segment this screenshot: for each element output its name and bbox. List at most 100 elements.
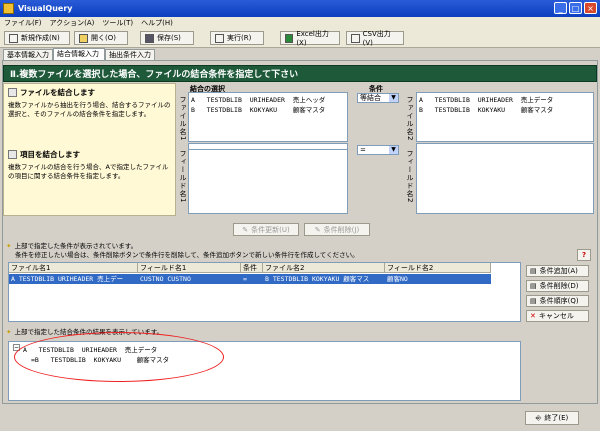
file2-label: ファイル名2 xyxy=(406,96,414,142)
cell-file2: B TESTDBLIB KOKYAKU 顧客マス xyxy=(265,275,370,283)
operator-select[interactable]: = ▼ xyxy=(357,145,399,155)
window-title: VisualQuery xyxy=(18,4,73,13)
join-type-select[interactable]: 等結合 ▼ xyxy=(357,93,399,103)
menu-tools[interactable]: ツール(T) xyxy=(102,18,133,28)
tab-join[interactable]: 結合情報入力 xyxy=(53,48,105,60)
col-field1[interactable]: フィールド名1 xyxy=(138,263,241,273)
order-condition-button[interactable]: ▤ 条件順序(Q) xyxy=(526,295,589,307)
exit-button[interactable]: ⎆ 終了(E) xyxy=(525,411,579,425)
new-button[interactable]: 新規作成(N) xyxy=(4,31,70,45)
cell-file1: A TESTDBLIB URIHEADER 売上デー xyxy=(11,275,124,283)
remove-icon: ▤ xyxy=(530,282,537,290)
run-button[interactable]: 実行(R) xyxy=(210,31,264,45)
csv-export-button[interactable]: CSV出力(V) xyxy=(346,30,404,47)
field1-label: フィールド名1 xyxy=(179,150,187,204)
field1-header xyxy=(189,144,347,150)
cell-field2: 顧客NO xyxy=(387,275,408,283)
tab-basic[interactable]: 基本情報入力 xyxy=(3,49,53,60)
condition-grid[interactable]: ファイル名1 フィールド名1 条件 ファイル名2 フィールド名2 A TESTD… xyxy=(8,262,521,322)
file-join-title: ファイルを結合します xyxy=(20,88,95,97)
app-icon xyxy=(3,3,14,14)
file-icon xyxy=(8,88,17,97)
file-join-desc: 複数ファイルから抽出を行う場合、結合するファイルの選択と、そのファイルの結合条件… xyxy=(8,101,171,118)
menu-file[interactable]: ファイル(F) xyxy=(4,18,42,28)
remove-condition-button[interactable]: ▤ 条件削除(D) xyxy=(526,280,589,292)
update-label: 条件更新(U) xyxy=(251,225,290,234)
item-icon xyxy=(8,150,17,159)
table-row[interactable]: A TESTDBLIB URIHEADER 売上デー CUSTNO CUSTNO… xyxy=(9,274,491,284)
file2-item-b[interactable]: B TESTDBLIB KOKYAKU 顧客マスタ xyxy=(419,104,593,114)
guide-panel: ファイルを結合します 複数ファイルから抽出を行う場合、結合するファイルの選択と、… xyxy=(3,83,176,216)
excel-icon xyxy=(285,33,294,43)
chevron-down-icon: ▼ xyxy=(389,146,398,154)
order-label: 条件順序(Q) xyxy=(539,297,579,305)
toolbar: 新規作成(N) 開く(O) 保存(S) 実行(R) Excel出力(X) CSV… xyxy=(0,29,600,48)
maximize-button[interactable]: □ xyxy=(569,2,582,14)
open-label: 開く(O) xyxy=(91,34,116,42)
cancel-button[interactable]: ✕ キャンセル xyxy=(526,310,589,322)
annotation-ellipse xyxy=(14,332,224,382)
delete-top-label: 条件削除(J) xyxy=(323,225,360,234)
csv-label: CSV出力(V) xyxy=(362,30,391,47)
file1-item-a[interactable]: A TESTDBLIB URIHEADER 売上ヘッダ xyxy=(191,94,347,104)
order-icon: ▤ xyxy=(530,297,537,305)
info-line1: 上部で指定した条件が表示されています。 xyxy=(14,242,138,250)
item-join-title: 項目を結合します xyxy=(20,150,80,159)
chevron-down-icon: ▼ xyxy=(389,94,398,102)
help-button[interactable]: ? xyxy=(577,249,591,261)
operator-value: = xyxy=(360,146,366,154)
run-label: 実行(R) xyxy=(227,34,252,42)
excel-export-button[interactable]: Excel出力(X) xyxy=(280,30,340,47)
excel-label: Excel出力(X) xyxy=(296,30,329,47)
cancel-icon: ✕ xyxy=(530,312,536,320)
save-label: 保存(S) xyxy=(157,34,181,42)
info-line2: 条件を修正したい場合は、条件削除ボタンで条件行を削除して、条件追加ボタンで新しい… xyxy=(15,251,359,259)
item-join-desc: 複数ファイルの結合を行う場合、Aで指定したファイルの項目に関する結合条件を指定し… xyxy=(8,163,169,180)
section-header: Ⅱ.複数ファイルを選択した場合、ファイルの結合条件を指定して下さい xyxy=(3,65,597,82)
col-field2[interactable]: フィールド名2 xyxy=(385,263,491,273)
delete-icon: ✎ xyxy=(314,225,321,234)
join-type-value: 等結合 xyxy=(360,94,381,102)
menu-action[interactable]: アクション(A) xyxy=(50,18,95,28)
item-join-section: 項目を結合します 複数ファイルの結合を行う場合、Aで指定したファイルの項目に関す… xyxy=(8,149,174,181)
file1-list[interactable]: A TESTDBLIB URIHEADER 売上ヘッダ B TESTDBLIB … xyxy=(188,92,348,142)
file-join-section: ファイルを結合します 複数ファイルから抽出を行う場合、結合するファイルの選択と、… xyxy=(8,87,174,119)
cell-field1: CUSTNO CUSTNO xyxy=(140,275,191,283)
remove-label: 条件削除(D) xyxy=(539,282,579,290)
col-file1[interactable]: ファイル名1 xyxy=(9,263,138,273)
run-icon xyxy=(215,33,224,43)
file2-list[interactable]: A TESTDBLIB URIHEADER 売上データ B TESTDBLIB … xyxy=(416,92,594,142)
save-icon xyxy=(145,33,154,43)
condition-info: ✦ 上部で指定した条件が表示されています。 条件を修正したい場合は、条件削除ボタン… xyxy=(6,242,566,260)
file2-item-a[interactable]: A TESTDBLIB URIHEADER 売上データ xyxy=(419,94,593,104)
title-bar: VisualQuery xyxy=(0,0,600,17)
new-label: 新規作成(N) xyxy=(21,34,60,42)
menu-bar: ファイル(F) アクション(A) ツール(T) ヘルプ(H) xyxy=(0,17,600,29)
close-button[interactable]: × xyxy=(584,2,597,14)
lightbulb-icon: ✦ xyxy=(6,242,12,250)
field2-label: フィールド名2 xyxy=(406,150,414,204)
col-file2[interactable]: ファイル名2 xyxy=(263,263,385,273)
col-condition[interactable]: 条件 xyxy=(241,263,263,273)
csv-icon xyxy=(351,33,360,43)
cell-condition: = xyxy=(243,275,247,283)
tab-filter[interactable]: 抽出条件入力 xyxy=(105,49,155,60)
exit-icon: ⎆ xyxy=(535,413,542,422)
window-controls: _ □ × xyxy=(554,2,597,14)
update-condition-button[interactable]: ✎ 条件更新(U) xyxy=(233,223,299,236)
lightbulb-icon: ✦ xyxy=(6,328,12,336)
add-label: 条件追加(A) xyxy=(539,267,578,275)
delete-condition-top-button[interactable]: ✎ 条件削除(J) xyxy=(304,223,370,236)
open-button[interactable]: 開く(O) xyxy=(74,31,128,45)
new-doc-icon xyxy=(9,33,18,43)
exit-label: 終了(E) xyxy=(544,414,569,422)
add-icon: ▤ xyxy=(530,267,537,275)
add-condition-button[interactable]: ▤ 条件追加(A) xyxy=(526,265,589,277)
menu-help[interactable]: ヘルプ(H) xyxy=(141,18,173,28)
field1-list[interactable] xyxy=(188,143,348,214)
minimize-button[interactable]: _ xyxy=(554,2,567,14)
file1-item-b[interactable]: B TESTDBLIB KOKYAKU 顧客マスタ xyxy=(191,104,347,114)
field2-list[interactable] xyxy=(416,143,594,214)
cancel-label: キャンセル xyxy=(538,312,574,320)
save-button[interactable]: 保存(S) xyxy=(140,31,194,45)
